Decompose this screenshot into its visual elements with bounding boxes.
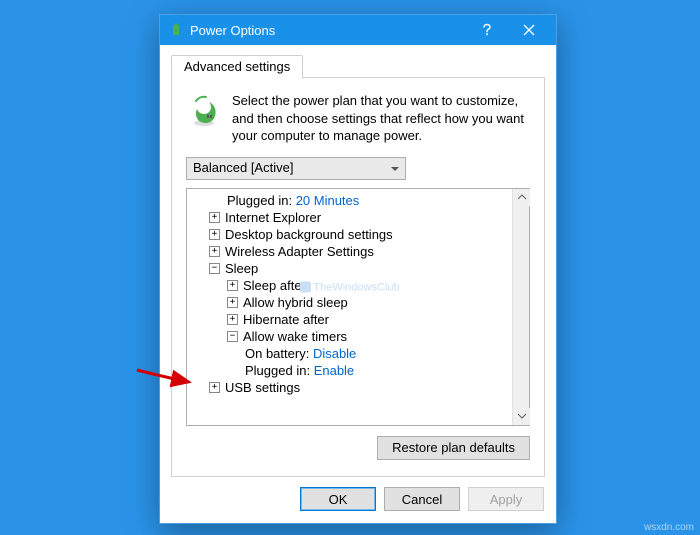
battery-app-icon [168,22,184,38]
tree-label: Desktop background settings [225,226,393,243]
dialog-client: Advanced settings Select the power plan … [160,45,556,477]
tree-label: Plugged in: [227,192,292,209]
help-button[interactable] [466,16,508,44]
expand-icon[interactable]: + [209,246,220,257]
tree-item-internet-explorer[interactable]: + Internet Explorer [191,209,512,226]
page-watermark: wsxdn.com [644,522,694,533]
chevron-down-icon [518,413,526,419]
cancel-button[interactable]: Cancel [384,487,460,511]
restore-defaults-button[interactable]: Restore plan defaults [377,436,530,460]
expand-icon[interactable]: + [227,314,238,325]
tab-panel: Select the power plan that you want to c… [171,78,545,477]
tree-label: Wireless Adapter Settings [225,243,374,260]
help-icon [480,23,494,37]
expand-icon[interactable]: + [209,229,220,240]
tree-value-link[interactable]: 20 Minutes [296,192,360,209]
restore-row: Restore plan defaults [186,426,530,460]
tree-item-wake-timers-plugged-in[interactable]: Plugged in: Enable [191,362,512,379]
tree-item-sleep[interactable]: − Sleep [191,260,512,277]
expand-icon[interactable]: + [209,212,220,223]
tree-item-desktop-background[interactable]: + Desktop background settings [191,226,512,243]
power-plan-selected-value: Balanced [Active] [193,160,293,175]
power-options-dialog: Power Options Advanced settings [159,14,557,524]
tree-label: USB settings [225,379,300,396]
scroll-up-button[interactable] [513,189,530,206]
scroll-down-button[interactable] [513,408,530,425]
collapse-icon[interactable]: − [227,331,238,342]
power-plan-select[interactable]: Balanced [Active] [186,157,406,180]
tree-item-allow-wake-timers[interactable]: − Allow wake timers [191,328,512,345]
power-plan-icon [186,92,222,128]
dialog-button-row: OK Cancel Apply [160,477,556,523]
tab-strip: Advanced settings [171,54,545,78]
settings-tree-container: TheWindowsClub Plugged in: 20 Minutes + … [186,188,530,426]
tree-value-link[interactable]: Disable [313,345,356,362]
tree-label: Internet Explorer [225,209,321,226]
tree-label: Sleep [225,260,258,277]
tree-label: Allow wake timers [243,328,347,345]
expand-icon[interactable]: + [227,280,238,291]
close-icon [523,24,535,36]
tree-item-plugged-in-top[interactable]: Plugged in: 20 Minutes [191,192,512,209]
chevron-up-icon [518,194,526,200]
tree-label: Allow hybrid sleep [243,294,348,311]
tree-item-allow-hybrid-sleep[interactable]: + Allow hybrid sleep [191,294,512,311]
titlebar[interactable]: Power Options [160,15,556,45]
collapse-icon[interactable]: − [209,263,220,274]
expand-icon[interactable]: + [209,382,220,393]
tab-advanced-settings[interactable]: Advanced settings [171,55,303,79]
intro-block: Select the power plan that you want to c… [186,92,530,145]
settings-tree[interactable]: TheWindowsClub Plugged in: 20 Minutes + … [187,189,512,425]
window-title: Power Options [190,23,466,38]
apply-button: Apply [468,487,544,511]
tree-label: Hibernate after [243,311,329,328]
expand-icon[interactable]: + [227,297,238,308]
tree-item-sleep-after[interactable]: + Sleep after [191,277,512,294]
tree-label: On battery: [245,345,309,362]
tree-value-link[interactable]: Enable [314,362,354,379]
tree-scrollbar[interactable] [512,189,529,425]
intro-text: Select the power plan that you want to c… [232,92,530,145]
tree-item-hibernate-after[interactable]: + Hibernate after [191,311,512,328]
tree-item-usb-settings[interactable]: + USB settings [191,379,512,396]
tree-item-wake-timers-on-battery[interactable]: On battery: Disable [191,345,512,362]
tree-label: Sleep after [243,277,306,294]
tree-label: Plugged in: [245,362,310,379]
tree-item-wireless-adapter[interactable]: + Wireless Adapter Settings [191,243,512,260]
close-button[interactable] [508,16,550,44]
ok-button[interactable]: OK [300,487,376,511]
